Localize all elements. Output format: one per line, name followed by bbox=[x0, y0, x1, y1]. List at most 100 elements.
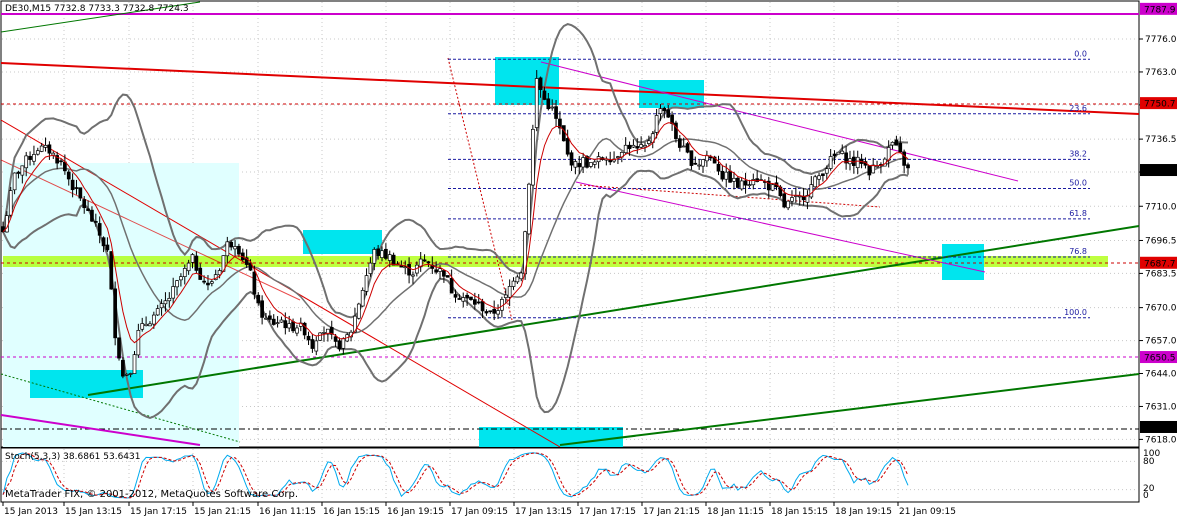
candle-body bbox=[295, 327, 299, 334]
candle-body bbox=[225, 241, 230, 257]
time-axis: 15 Jan 2013 15 Jan 13:15 15 Jan 17:15 15 Ja… bbox=[2, 502, 956, 517]
y-tick-label: 7736.5 bbox=[1145, 135, 1177, 145]
candle-body bbox=[237, 245, 241, 255]
x-tick-label: 18 Jan 11:15 bbox=[707, 507, 764, 517]
candle-body bbox=[492, 308, 497, 314]
candle-body bbox=[828, 156, 833, 169]
candle-body bbox=[647, 140, 651, 144]
y-tick-label: 7657.0 bbox=[1145, 337, 1177, 347]
candle-body bbox=[732, 177, 736, 182]
candle-body bbox=[28, 155, 32, 160]
candle-body bbox=[840, 150, 845, 154]
candle-body bbox=[790, 197, 794, 202]
candle-body bbox=[589, 162, 593, 167]
candle-body bbox=[70, 179, 75, 191]
candle-body bbox=[264, 317, 268, 320]
candle-body bbox=[74, 187, 79, 189]
candle-body bbox=[66, 171, 71, 180]
candle-body bbox=[573, 161, 578, 168]
candle-body bbox=[871, 164, 876, 174]
candle-body bbox=[832, 153, 837, 157]
x-tick-label: 16 Jan 15:15 bbox=[323, 507, 380, 517]
price-chart[interactable]: 0.0 23.6 38.2 50.0 61.8 76.8 100.0 7776.0 7763.… bbox=[0, 0, 1178, 518]
candle-body bbox=[5, 215, 9, 233]
candle-body bbox=[898, 142, 903, 153]
candle-body bbox=[24, 155, 29, 169]
candle-body bbox=[78, 187, 83, 199]
candle-body bbox=[155, 308, 160, 316]
candle-body bbox=[287, 323, 292, 329]
candle-body bbox=[422, 259, 427, 262]
candle-body bbox=[356, 303, 361, 319]
candle-body bbox=[496, 310, 500, 315]
candle-body bbox=[480, 301, 485, 312]
candle-body bbox=[817, 175, 821, 180]
candle-body bbox=[565, 138, 570, 155]
candle-body bbox=[43, 144, 48, 148]
y-tick-label: 7631.0 bbox=[1145, 402, 1177, 412]
candle-body bbox=[705, 155, 709, 162]
fib-level-label: 61.8 bbox=[1069, 209, 1087, 218]
x-tick-label: 17 Jan 17:15 bbox=[579, 507, 636, 517]
candle-body bbox=[662, 107, 667, 112]
candle-body bbox=[666, 109, 671, 118]
candle-body bbox=[198, 267, 203, 280]
candle-body bbox=[59, 160, 63, 163]
candle-body bbox=[140, 323, 145, 330]
y-tick-label: 7776.0 bbox=[1145, 35, 1177, 45]
candle-body bbox=[167, 297, 172, 302]
candle-body bbox=[384, 248, 388, 259]
candle-body bbox=[376, 248, 380, 256]
price-label-text: 7650.5 bbox=[1144, 354, 1176, 364]
watermark: MetaTrader FIX, © 2001-2012, MetaQuotes … bbox=[5, 489, 298, 500]
candle-body bbox=[426, 261, 431, 264]
x-tick-label: 15 Jan 21:15 bbox=[194, 507, 251, 517]
candle-body bbox=[380, 250, 384, 258]
candle-body bbox=[747, 184, 752, 186]
x-tick-label: 17 Jan 21:15 bbox=[643, 507, 700, 517]
candle-body bbox=[554, 106, 558, 119]
x-tick-label: 15 Jan 13:15 bbox=[65, 507, 122, 517]
candle-body bbox=[182, 268, 187, 277]
x-tick-label: 17 Jan 09:15 bbox=[451, 507, 508, 517]
candle-body bbox=[875, 165, 879, 168]
candle-body bbox=[728, 170, 732, 183]
price-label-text: 7787.9 bbox=[1144, 5, 1176, 15]
candle-body bbox=[20, 165, 25, 176]
candle-body bbox=[16, 171, 21, 174]
candle-body bbox=[93, 221, 98, 223]
candle-body bbox=[616, 156, 620, 158]
candle-body bbox=[322, 332, 326, 334]
x-tick-label: 21 Jan 09:15 bbox=[899, 507, 956, 517]
candle-body bbox=[542, 90, 547, 100]
candle-body bbox=[360, 290, 365, 307]
candle-body bbox=[445, 275, 450, 278]
candle-body bbox=[824, 168, 829, 174]
candle-body bbox=[689, 150, 694, 166]
candle-body bbox=[442, 270, 446, 277]
candle-body bbox=[631, 144, 636, 148]
x-tick-label: 16 Jan 11:15 bbox=[259, 507, 316, 517]
candle-body bbox=[461, 297, 466, 302]
candle-body bbox=[275, 322, 280, 325]
candle-body bbox=[233, 246, 237, 250]
candle-body bbox=[693, 162, 698, 165]
candle-body bbox=[511, 280, 516, 287]
x-tick-label: 15 Jan 17:15 bbox=[130, 507, 187, 517]
candle-body bbox=[82, 199, 87, 209]
candle-body bbox=[453, 294, 458, 298]
candle-body bbox=[469, 296, 473, 300]
candle-body bbox=[291, 321, 295, 332]
candle-body bbox=[716, 163, 721, 172]
candle-body bbox=[561, 125, 566, 142]
x-tick-label: 18 Jan 15:15 bbox=[771, 507, 828, 517]
candle-body bbox=[685, 143, 690, 153]
candle-body bbox=[855, 156, 860, 169]
fib-level-label: 100.0 bbox=[1064, 308, 1087, 317]
candle-body bbox=[782, 193, 787, 208]
candle-body bbox=[101, 237, 106, 247]
candle-body bbox=[117, 337, 121, 359]
candle-body bbox=[124, 373, 129, 376]
candle-body bbox=[209, 281, 214, 284]
candle-body bbox=[701, 159, 705, 167]
